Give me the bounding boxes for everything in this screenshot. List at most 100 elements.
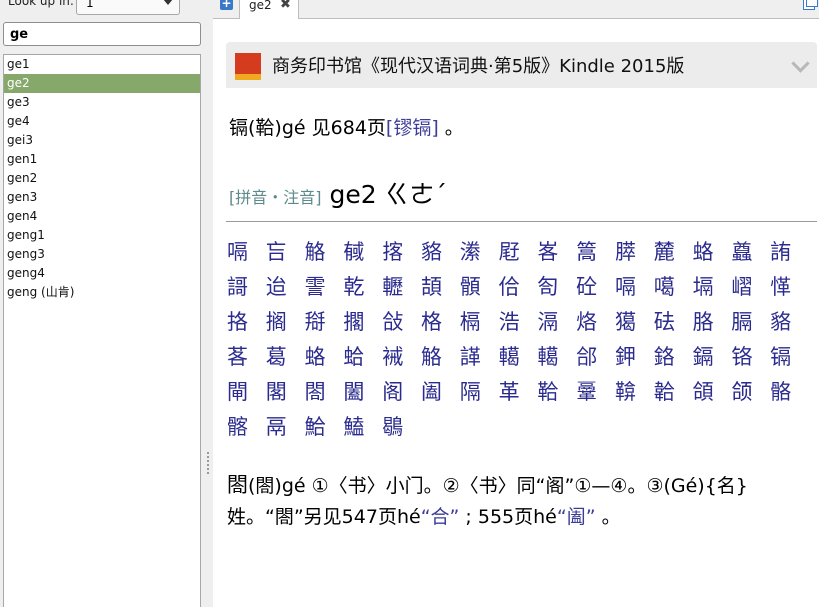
character-link[interactable]: 骼 <box>770 376 809 406</box>
word-list-item[interactable]: geng (山肯) <box>4 283 200 302</box>
character-link[interactable]: 搿 <box>305 306 344 336</box>
character-link[interactable]: 铬 <box>731 341 770 371</box>
character-link[interactable]: 轣 <box>382 271 421 301</box>
dictionary-header[interactable]: 商务印书馆《现代汉语词典·第5版》Kindle 2015版 <box>226 42 817 88</box>
character-link[interactable]: 屘 <box>499 236 538 266</box>
character-link[interactable]: 貉 <box>421 236 460 266</box>
character-link[interactable]: 搁 <box>266 306 305 336</box>
character-link[interactable]: 隔 <box>460 376 499 406</box>
character-link[interactable]: 頡 <box>421 271 460 301</box>
character-link[interactable]: 砝 <box>654 306 693 336</box>
character-link[interactable]: 胳 <box>693 306 732 336</box>
word-list-item[interactable]: ge1 <box>4 55 200 74</box>
character-link[interactable]: 格 <box>421 306 460 336</box>
character-link[interactable]: 霅 <box>305 271 344 301</box>
word-list-item[interactable]: gen4 <box>4 207 200 226</box>
character-link[interactable]: 潫 <box>460 236 499 266</box>
word-list[interactable]: ge1 ge2 ge3 ge4 gei3 gen1 gen2 gen3 gen4 geng1 gen… <box>3 54 201 607</box>
character-link[interactable]: 鞥 <box>615 376 654 406</box>
character-link[interactable]: 詴 <box>770 236 809 266</box>
word-list-item[interactable]: geng3 <box>4 245 200 264</box>
character-link[interactable]: 烙 <box>576 306 615 336</box>
character-link[interactable]: 揢 <box>382 236 421 266</box>
character-link[interactable]: 獦 <box>615 306 654 336</box>
character-link[interactable]: 鉀 <box>615 341 654 371</box>
character-link[interactable]: 噶 <box>654 271 693 301</box>
character-link[interactable]: 闔 <box>343 376 382 406</box>
character-link[interactable]: 膈 <box>731 306 770 336</box>
character-link[interactable]: 戫 <box>343 236 382 266</box>
character-link[interactable]: 佮 <box>499 271 538 301</box>
character-link[interactable]: 閤 <box>305 376 344 406</box>
character-link[interactable]: 閘 <box>227 376 266 406</box>
character-link[interactable]: 郃 <box>576 341 615 371</box>
collapse-chevron-icon[interactable] <box>791 54 810 73</box>
character-link[interactable]: 敆 <box>382 306 421 336</box>
character-link[interactable]: 鶡 <box>382 411 421 441</box>
character-link[interactable]: 鰪 <box>343 411 382 441</box>
character-link[interactable]: 裓 <box>382 341 421 371</box>
word-list-item[interactable]: ge2 <box>4 74 200 93</box>
character-link[interactable]: 嶍 <box>731 271 770 301</box>
character-link[interactable]: 峉 <box>537 236 576 266</box>
character-link[interactable]: 阁 <box>382 376 421 406</box>
search-input[interactable] <box>3 22 201 46</box>
character-link[interactable]: 葛 <box>266 341 305 371</box>
character-link[interactable]: 頜 <box>693 376 732 406</box>
word-list-item[interactable]: geng1 <box>4 226 200 245</box>
character-link[interactable]: 阖 <box>421 376 460 406</box>
pane-splitter[interactable] <box>204 0 213 607</box>
character-link[interactable]: 茖 <box>227 341 266 371</box>
character-link[interactable]: 蠤 <box>731 236 770 266</box>
character-link[interactable]: 鎘 <box>693 341 732 371</box>
character-link[interactable]: 嗝 <box>227 236 266 266</box>
character-link[interactable]: 乾 <box>343 271 382 301</box>
character-link[interactable]: 顝 <box>460 271 499 301</box>
character-link[interactable]: 轕 <box>537 341 576 371</box>
word-list-item[interactable]: gen1 <box>4 150 200 169</box>
character-link[interactable]: 挌 <box>227 306 266 336</box>
character-link[interactable]: 浩 <box>499 306 538 336</box>
word-list-item[interactable]: geng4 <box>4 264 200 283</box>
entry-link[interactable]: [镠镉] <box>386 117 439 139</box>
character-link[interactable]: 嗝 <box>615 271 654 301</box>
word-list-item[interactable]: ge3 <box>4 93 200 112</box>
character-link[interactable]: 膵 <box>615 236 654 266</box>
character-link[interactable]: 蛤 <box>343 341 382 371</box>
character-link[interactable]: 愅 <box>770 271 809 301</box>
splitter-grip-icon[interactable] <box>207 451 209 475</box>
character-link[interactable]: 諽 <box>460 341 499 371</box>
window-list-icon[interactable] <box>803 0 818 10</box>
character-link[interactable]: 髂 <box>227 411 266 441</box>
word-list-item[interactable]: ge4 <box>4 112 200 131</box>
character-link[interactable]: 砼 <box>576 271 615 301</box>
close-tab-icon[interactable]: ✖ <box>280 0 291 12</box>
character-link[interactable]: 擱 <box>343 306 382 336</box>
character-link[interactable]: 閣 <box>266 376 305 406</box>
character-link[interactable]: 鮯 <box>305 411 344 441</box>
new-tab-button[interactable]: + <box>220 0 233 10</box>
lookup-group-select[interactable]: 1 <box>76 0 180 15</box>
character-link[interactable]: 镉 <box>770 341 809 371</box>
character-link[interactable]: 革 <box>499 376 538 406</box>
character-link[interactable]: 韐 <box>654 376 693 406</box>
character-link[interactable]: 槅 <box>460 306 499 336</box>
character-link[interactable]: 鞷 <box>576 376 615 406</box>
character-link[interactable]: 麓 <box>654 236 693 266</box>
character-link[interactable]: 塥 <box>693 271 732 301</box>
character-link[interactable]: 貉 <box>770 306 809 336</box>
tab-ge2[interactable]: ge2 ✖ <box>239 0 299 19</box>
character-link[interactable]: 鞈 <box>537 376 576 406</box>
word-list-item[interactable]: gei3 <box>4 131 200 150</box>
character-link[interactable]: 轕 <box>499 341 538 371</box>
word-list-item[interactable]: gen3 <box>4 188 200 207</box>
character-link[interactable]: 匌 <box>537 271 576 301</box>
character-link[interactable]: 颌 <box>731 376 770 406</box>
character-link[interactable]: 迨 <box>266 271 305 301</box>
character-link[interactable]: 觡 <box>421 341 460 371</box>
character-link[interactable]: 篙 <box>576 236 615 266</box>
character-link[interactable]: 蛒 <box>305 341 344 371</box>
character-link[interactable]: 觡 <box>305 236 344 266</box>
character-link[interactable]: 吂 <box>266 236 305 266</box>
character-link[interactable]: 滆 <box>537 306 576 336</box>
